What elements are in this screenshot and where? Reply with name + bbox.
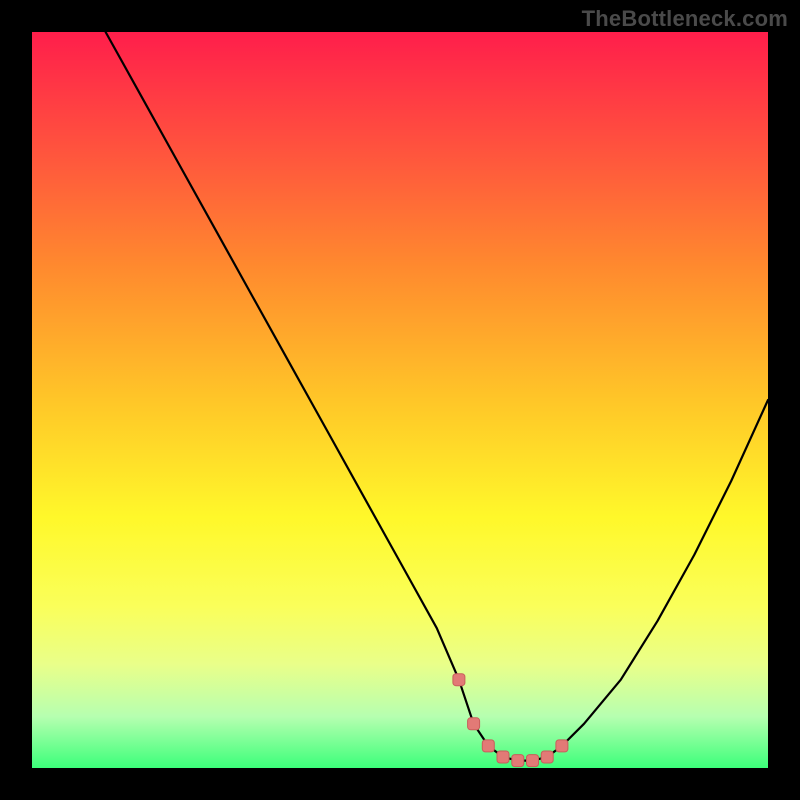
chart-svg bbox=[32, 32, 768, 768]
highlight-marker bbox=[556, 740, 568, 752]
chart-frame: TheBottleneck.com bbox=[0, 0, 800, 800]
watermark: TheBottleneck.com bbox=[582, 6, 788, 32]
highlight-marker bbox=[527, 755, 539, 767]
bottleneck-curve bbox=[106, 32, 768, 761]
highlight-marker bbox=[453, 674, 465, 686]
highlight-marker bbox=[468, 718, 480, 730]
highlight-marker bbox=[497, 751, 509, 763]
highlight-marker bbox=[482, 740, 494, 752]
highlight-marker bbox=[541, 751, 553, 763]
highlight-marker bbox=[512, 755, 524, 767]
highlight-markers bbox=[453, 674, 568, 767]
